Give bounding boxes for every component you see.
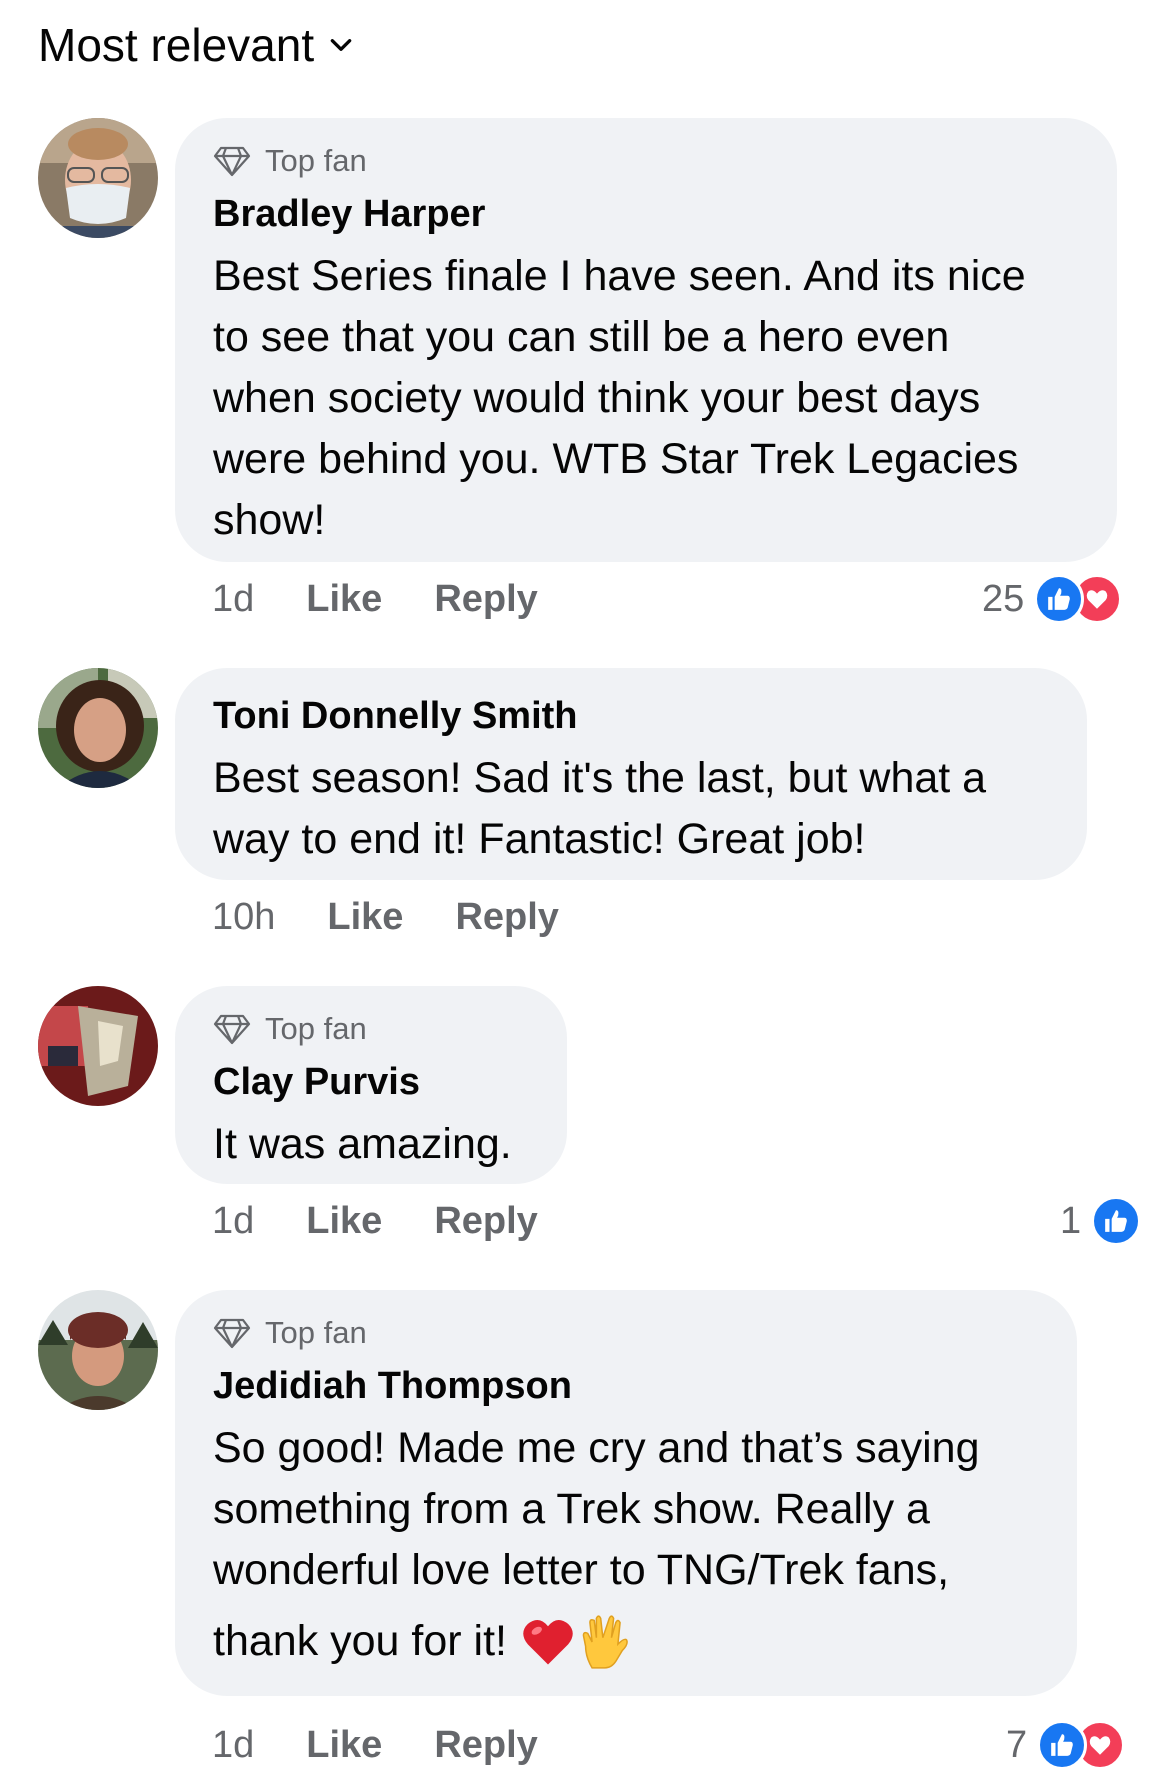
like-button[interactable]: Like (306, 578, 382, 621)
comment-actions: 1d Like Reply (212, 574, 590, 624)
like-button[interactable]: Like (327, 896, 403, 939)
comment-bubble: Top fan Jedidiah Thompson So good! Made … (175, 1290, 1077, 1696)
comment-text: Best Series finale I have seen. And its … (213, 246, 1079, 551)
sort-dropdown[interactable]: Most relevant (38, 18, 354, 72)
chevron-down-icon (330, 39, 352, 51)
avatar[interactable] (38, 668, 158, 788)
reaction-summary[interactable]: 7 (1006, 1720, 1126, 1770)
comment-timestamp[interactable]: 10h (212, 896, 275, 939)
diamond-icon (213, 1318, 251, 1349)
comment-line: show! (213, 496, 326, 544)
comment-timestamp[interactable]: 1d (212, 1724, 254, 1767)
vulcan-salute-icon (582, 1614, 628, 1669)
like-reaction-icon (1037, 1720, 1088, 1770)
comment-author[interactable]: Clay Purvis (213, 1058, 529, 1106)
reaction-count: 1 (1060, 1199, 1082, 1242)
comment-text: It was amazing. (213, 1114, 529, 1175)
top-fan-badge: Top fan (213, 142, 1079, 180)
top-fan-badge: Top fan (213, 1314, 1039, 1352)
comment-line-with-emoji: thank you for it! (213, 1611, 1039, 1672)
comment-line: something from a Trek show. Really a (213, 1485, 930, 1533)
comment-line: Best season! Sad it's the last, but what… (213, 754, 987, 802)
avatar[interactable] (38, 986, 158, 1106)
comment-timestamp[interactable]: 1d (212, 578, 254, 621)
comment-line: So good! Made me cry and that’s saying (213, 1424, 980, 1472)
diamond-icon (213, 1014, 251, 1045)
comment-author[interactable]: Jedidiah Thompson (213, 1362, 1039, 1410)
reply-button[interactable]: Reply (455, 896, 558, 939)
comment-line: to see that you can still be a hero even (213, 313, 950, 361)
badge-label: Top fan (265, 143, 367, 178)
comment-author[interactable]: Toni Donnelly Smith (213, 692, 1049, 740)
comment-line: Best Series finale I have seen. And its … (213, 252, 1026, 300)
reply-button[interactable]: Reply (434, 1724, 537, 1767)
badge-label: Top fan (265, 1315, 367, 1350)
comment-text: So good! Made me cry and that’s saying s… (213, 1418, 1039, 1672)
reaction-summary[interactable]: 25 (982, 574, 1123, 624)
comment-line: were behind you. WTB Star Trek Legacies (213, 435, 1019, 483)
badge-label: Top fan (265, 1011, 367, 1046)
comment-line: when society would think your best days (213, 374, 981, 422)
avatar[interactable] (38, 1290, 158, 1410)
like-reaction-icon (1034, 574, 1085, 624)
red-heart-icon (523, 1619, 573, 1664)
comment-timestamp[interactable]: 1d (212, 1200, 254, 1243)
reply-button[interactable]: Reply (434, 578, 537, 621)
comment-line: thank you for it! (213, 1617, 507, 1665)
comment-actions: 10h Like Reply (212, 892, 611, 942)
reaction-count: 25 (982, 577, 1025, 620)
comment-author[interactable]: Bradley Harper (213, 190, 1079, 238)
comment-bubble: Top fan Clay Purvis It was amazing. (175, 986, 567, 1184)
comment-actions: 1d Like Reply (212, 1196, 590, 1246)
top-fan-badge: Top fan (213, 1010, 529, 1048)
comment-line: way to end it! Fantastic! Great job! (213, 815, 866, 863)
sort-label: Most relevant (38, 19, 315, 71)
comment-line: It was amazing. (213, 1120, 512, 1168)
comment-text: Best season! Sad it's the last, but what… (213, 748, 1049, 870)
reaction-summary[interactable]: 1 (1060, 1196, 1142, 1246)
like-button[interactable]: Like (306, 1200, 382, 1243)
comment-actions: 1d Like Reply (212, 1720, 590, 1770)
avatar[interactable] (38, 118, 158, 238)
comment-line: wonderful love letter to TNG/Trek fans, (213, 1546, 950, 1594)
comment-bubble: Top fan Bradley Harper Best Series final… (175, 118, 1117, 562)
reply-button[interactable]: Reply (434, 1200, 537, 1243)
comment-bubble: Toni Donnelly Smith Best season! Sad it'… (175, 668, 1087, 880)
like-reaction-icon (1091, 1196, 1142, 1246)
like-button[interactable]: Like (306, 1724, 382, 1767)
reaction-count: 7 (1006, 1723, 1028, 1766)
diamond-icon (213, 146, 251, 177)
